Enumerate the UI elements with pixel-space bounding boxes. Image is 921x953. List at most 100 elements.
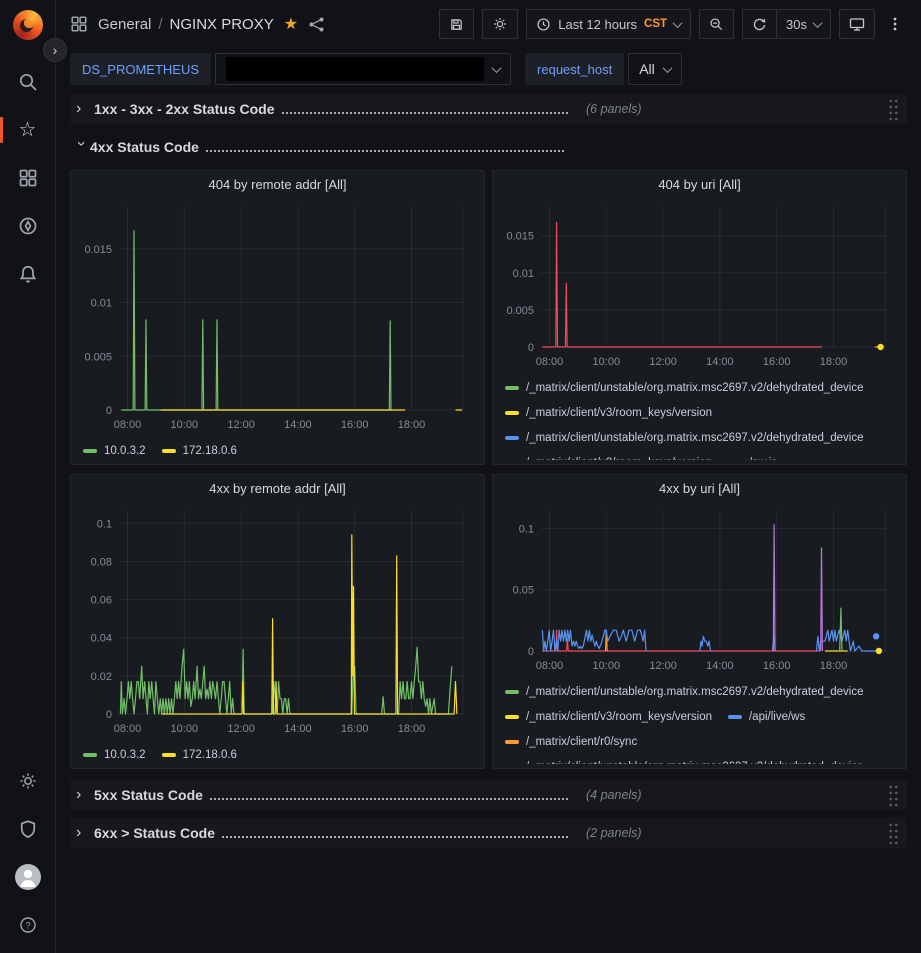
sidebar-item-configuration[interactable] <box>8 761 48 801</box>
legend-item[interactable]: /_matrix/client/unstable/org.matrix.msc2… <box>505 375 864 400</box>
dashboard-title[interactable]: NGINX PROXY <box>170 16 274 33</box>
timeseries-plot[interactable]: 08:0010:0012:0014:0016:0018:0000.0050.01… <box>81 198 474 436</box>
legend-swatch <box>83 449 97 453</box>
share-icon[interactable] <box>308 16 325 33</box>
legend-item[interactable]: 172.18.0.6 <box>162 742 237 764</box>
timeseries-plot[interactable]: 08:0010:0012:0014:0016:0018:0000.0050.01… <box>503 198 896 373</box>
sidebar-item-help[interactable]: ? <box>8 905 48 945</box>
timeseries-plot[interactable]: 08:0010:0012:0014:0016:0018:0000.050.1 <box>503 502 896 677</box>
ds-prometheus-label[interactable]: DS_PROMETHEUS <box>70 53 211 85</box>
zoom-out-icon <box>709 17 724 32</box>
panel-header: 404 by remote addr [All] <box>81 171 474 198</box>
sidebar: ☆ ? › <box>0 0 56 953</box>
legend-item[interactable]: /_matrix/client/v3/room_keys/version <box>505 450 712 460</box>
grafana-logo-icon[interactable] <box>13 10 43 40</box>
legend-item[interactable]: /_matrix/client/v3/room_keys/version <box>505 400 712 425</box>
legend-label[interactable]: 172.18.0.6 <box>183 749 237 761</box>
sidebar-item-alerting[interactable] <box>8 254 48 294</box>
request-host-label[interactable]: request_host <box>525 53 624 85</box>
request-host-value-dropdown[interactable]: All <box>628 53 682 85</box>
row-title: 6xx > Status Code <box>94 825 215 841</box>
legend-item[interactable]: 10.0.3.2 <box>83 438 146 460</box>
row-6xx[interactable]: › 6xx > Status Code (2 panels) <box>70 818 907 848</box>
sidebar-item-starred[interactable]: ☆ <box>8 110 48 150</box>
tv-mode-button[interactable] <box>839 9 875 39</box>
row-dotted-leader <box>222 836 568 838</box>
breadcrumb-folder[interactable]: General <box>98 16 151 33</box>
sidebar-item-server-admin[interactable] <box>8 809 48 849</box>
svg-text:0.05: 0.05 <box>513 585 534 597</box>
legend-item[interactable]: 172.18.0.6 <box>162 438 237 460</box>
row-5xx[interactable]: › 5xx Status Code (4 panels) <box>70 780 907 810</box>
more-options-button[interactable] <box>883 9 907 39</box>
legend-item[interactable]: /_matrix/client/unstable/org.matrix.msc2… <box>505 425 864 450</box>
svg-text:0.08: 0.08 <box>91 557 112 569</box>
sidebar-expand-button[interactable]: › <box>43 38 67 62</box>
legend-label[interactable]: /_matrix/client/v3/room_keys/version <box>526 407 712 419</box>
legend-item[interactable]: /_matrix/client/unstable/org.matrix.msc2… <box>505 679 864 704</box>
favorite-star-icon[interactable]: ★ <box>284 14 298 34</box>
legend-label[interactable]: /_matrix/client/unstable/org.matrix.msc2… <box>526 432 864 444</box>
legend-label[interactable]: /sw.js <box>749 457 777 461</box>
timezone-label: CST <box>644 18 667 30</box>
panel-title[interactable]: 404 by uri [All] <box>658 177 740 192</box>
legend-label[interactable]: /_matrix/client/v3/room_keys/version <box>526 457 712 461</box>
panel-title[interactable]: 404 by remote addr [All] <box>208 177 346 192</box>
refresh-interval-dropdown[interactable]: 30s <box>776 10 830 38</box>
sidebar-item-search[interactable] <box>8 62 48 102</box>
zoom-out-button[interactable] <box>699 9 734 39</box>
chevron-down-icon: › <box>73 141 89 155</box>
svg-text:0.005: 0.005 <box>84 351 112 363</box>
time-range-picker[interactable]: Last 12 hours CST <box>526 9 691 39</box>
svg-text:18:00: 18:00 <box>398 723 426 735</box>
request-host-value: All <box>639 61 655 77</box>
refresh-button[interactable] <box>743 10 776 38</box>
legend-label[interactable]: 10.0.3.2 <box>104 749 146 761</box>
ds-prometheus-value-dropdown[interactable] <box>215 53 511 85</box>
svg-text:0.02: 0.02 <box>91 671 112 683</box>
legend-label[interactable]: 172.18.0.6 <box>183 445 237 457</box>
panel-title[interactable]: 4xx by uri [All] <box>659 481 740 496</box>
svg-text:08:00: 08:00 <box>114 419 142 431</box>
row-title: 1xx - 3xx - 2xx Status Code <box>94 101 275 117</box>
legend-label[interactable]: 10.0.3.2 <box>104 445 146 457</box>
legend-item[interactable]: /api/live/ws <box>728 704 805 729</box>
svg-text:08:00: 08:00 <box>536 660 564 672</box>
legend-item[interactable]: /_matrix/client/v3/room_keys/version <box>505 704 712 729</box>
gear-icon <box>492 16 508 32</box>
legend-label[interactable]: /_matrix/client/v3/room_keys/version <box>526 711 712 723</box>
legend-label[interactable]: /_matrix/client/r0/sync <box>526 736 637 748</box>
sidebar-item-profile[interactable] <box>8 857 48 897</box>
timeseries-plot[interactable]: 08:0010:0012:0014:0016:0018:0000.020.040… <box>81 502 474 740</box>
legend-item[interactable]: /sw.js <box>728 450 777 460</box>
panel-header: 4xx by remote addr [All] <box>81 475 474 502</box>
row-panel-count: (6 panels) <box>586 102 642 116</box>
legend-item[interactable]: /_matrix/client/unstable/org.matrix.msc2… <box>505 754 864 764</box>
panel-legend: /_matrix/client/unstable/org.matrix.msc2… <box>503 677 896 764</box>
row-drag-handle[interactable] <box>888 98 899 121</box>
legend-item[interactable]: 10.0.3.2 <box>83 742 146 764</box>
legend-label[interactable]: /api/live/ws <box>749 711 805 723</box>
panel-404-by-uri: 404 by uri [All] 08:0010:0012:0014:0016:… <box>492 170 907 465</box>
legend-item[interactable]: /_matrix/client/r0/sync <box>505 729 637 754</box>
legend-label[interactable]: /_matrix/client/unstable/org.matrix.msc2… <box>526 382 864 394</box>
save-dashboard-button[interactable] <box>439 9 474 39</box>
legend-label[interactable]: /_matrix/client/unstable/org.matrix.msc2… <box>526 761 864 765</box>
sidebar-item-dashboards[interactable] <box>8 158 48 198</box>
dashboard-settings-button[interactable] <box>482 9 518 39</box>
row-drag-handle[interactable] <box>888 784 899 807</box>
row-1xx-3xx-2xx[interactable]: › 1xx - 3xx - 2xx Status Code (6 panels) <box>70 94 907 124</box>
panel-title[interactable]: 4xx by remote addr [All] <box>209 481 346 496</box>
row-4xx[interactable]: › 4xx Status Code <box>70 132 907 162</box>
legend-label[interactable]: /_matrix/client/unstable/org.matrix.msc2… <box>526 686 864 698</box>
svg-text:0: 0 <box>106 405 112 417</box>
row-drag-handle[interactable] <box>888 822 899 845</box>
sidebar-item-explore[interactable] <box>8 206 48 246</box>
svg-text:0: 0 <box>106 709 112 721</box>
grafana-app: ☆ ? › <box>0 0 921 953</box>
search-icon <box>18 72 38 92</box>
legend-swatch <box>505 715 519 719</box>
legend-swatch <box>162 753 176 757</box>
svg-text:16:00: 16:00 <box>341 419 369 431</box>
legend-swatch <box>505 436 519 440</box>
